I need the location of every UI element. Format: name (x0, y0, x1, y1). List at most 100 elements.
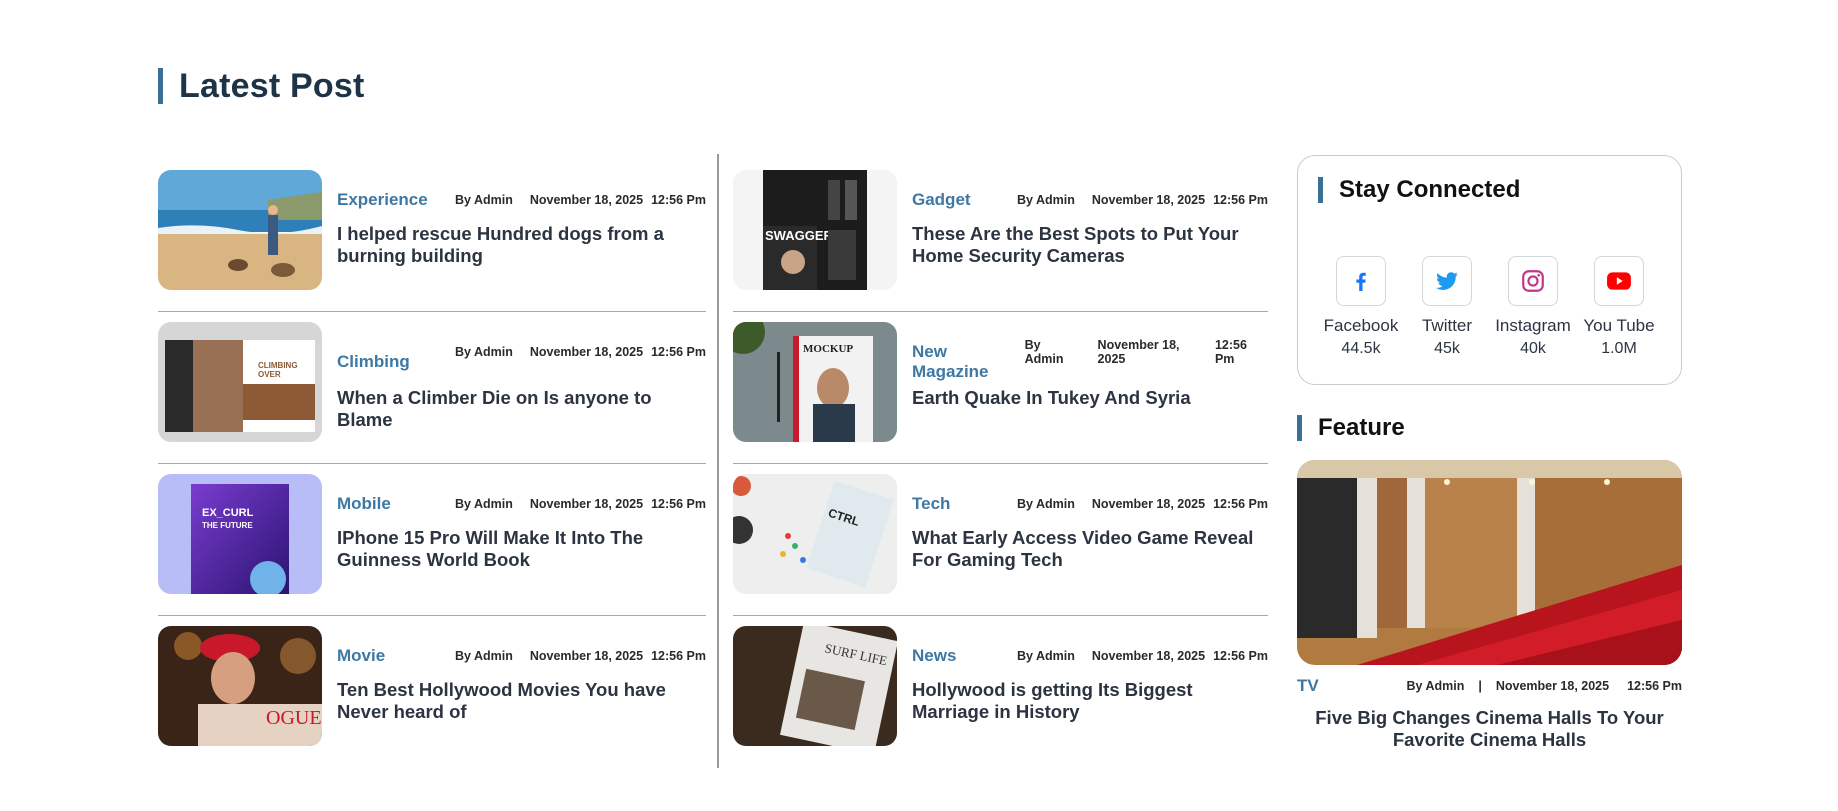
post-title[interactable]: Earth Quake In Tukey And Syria (912, 387, 1268, 409)
social-facebook[interactable]: Facebook 44.5k (1318, 256, 1404, 358)
post-thumbnail[interactable]: SWAGGER (733, 170, 897, 290)
post-thumbnail[interactable]: CLIMBING OVER (158, 322, 322, 442)
post-title[interactable]: When a Climber Die on Is anyone to Blame (337, 387, 706, 431)
post-category[interactable]: Tech (912, 494, 950, 514)
stay-connected-card: Stay Connected Facebook 44.5k Twitter 45… (1297, 155, 1682, 385)
feature-image[interactable] (1297, 460, 1682, 665)
social-name: Twitter (1421, 316, 1473, 335)
post-meta: Tech By Admin November 18, 2025 12:56 Pm (912, 494, 1268, 514)
post-time: 12:56 Pm (651, 193, 706, 207)
post-category[interactable]: Climbing (337, 352, 410, 372)
post-time: 12:56 Pm (1214, 338, 1247, 366)
facebook-button[interactable] (1336, 256, 1386, 306)
post-category[interactable]: Movie (337, 646, 385, 666)
post-author[interactable]: By Admin (455, 193, 513, 207)
post-meta: Movie By Admin November 18, 2025 12:56 P… (337, 646, 706, 666)
social-count: 45k (1434, 340, 1460, 357)
post-thumbnail[interactable]: CTRL (733, 474, 897, 594)
youtube-icon (1607, 272, 1631, 290)
post-author[interactable]: By Admin (455, 497, 513, 511)
youtube-button[interactable] (1594, 256, 1644, 306)
section-header: Latest Post (158, 66, 364, 106)
post-thumbnail[interactable]: EX_CURL THE FUTURE (158, 474, 322, 594)
social-count: 1.0M (1601, 340, 1637, 357)
feature-meta: TV By Admin | November 18, 2025 12:56 Pm (1297, 676, 1682, 696)
accent-bar (1297, 415, 1302, 441)
post-meta: Gadget By Admin November 18, 2025 12:56 … (912, 190, 1268, 210)
social-twitter[interactable]: Twitter 45k (1404, 256, 1490, 358)
post-date: November 18, 2025 (1091, 649, 1206, 663)
accent-bar (158, 68, 163, 104)
instagram-icon (1522, 270, 1544, 292)
social-youtube[interactable]: You Tube 1.0M (1576, 256, 1662, 358)
post-category[interactable]: New Magazine (912, 342, 1025, 382)
post-card[interactable]: EX_CURL THE FUTURE Mobile By Admin Novem… (158, 464, 706, 616)
post-meta: News By Admin November 18, 2025 12:56 Pm (912, 646, 1268, 666)
post-time: 12:56 Pm (651, 345, 706, 359)
post-card[interactable]: CLIMBING OVER Climbing By Admin November… (158, 312, 706, 464)
facebook-icon (1356, 272, 1366, 291)
post-title[interactable]: These Are the Best Spots to Put Your Hom… (912, 223, 1268, 267)
post-category[interactable]: Gadget (912, 190, 971, 210)
feature-headline[interactable]: Five Big Changes Cinema Halls To Your Fa… (1297, 707, 1682, 751)
social-instagram[interactable]: Instagram 40k (1490, 256, 1576, 358)
section-title: Latest Post (179, 66, 365, 105)
svg-text:SWAGGER: SWAGGER (765, 228, 834, 243)
post-time: 12:56 Pm (651, 497, 706, 511)
post-card[interactable]: Experience By Admin November 18, 2025 12… (158, 160, 706, 312)
post-card[interactable]: OGUE Movie By Admin November 18, 2025 12… (158, 616, 706, 768)
post-thumbnail[interactable]: MOCKUP (733, 322, 897, 442)
post-category[interactable]: Mobile (337, 494, 391, 514)
post-title[interactable]: Ten Best Hollywood Movies You have Never… (337, 679, 706, 723)
post-thumbnail[interactable]: SURF LIFE (733, 626, 897, 746)
social-links: Facebook 44.5k Twitter 45k Instagram 40k (1318, 256, 1662, 358)
post-author[interactable]: By Admin (1017, 193, 1075, 207)
feature-author[interactable]: By Admin (1406, 679, 1464, 693)
post-time: 12:56 Pm (1213, 193, 1268, 207)
post-thumbnail[interactable]: OGUE (158, 626, 322, 746)
post-date: November 18, 2025 (529, 193, 644, 207)
post-author[interactable]: By Admin (1025, 338, 1081, 366)
post-card[interactable]: MOCKUP New Magazine By Admin November 18… (733, 312, 1268, 464)
social-count: 40k (1520, 340, 1546, 357)
post-author[interactable]: By Admin (1017, 649, 1075, 663)
post-title[interactable]: Hollywood is getting Its Biggest Marriag… (912, 679, 1268, 723)
post-title[interactable]: What Early Access Video Game Reveal For … (912, 527, 1268, 571)
svg-text:THE FUTURE: THE FUTURE (202, 521, 253, 530)
post-author[interactable]: By Admin (455, 649, 513, 663)
meta-separator: | (1478, 679, 1482, 693)
post-date: November 18, 2025 (1091, 497, 1206, 511)
post-date: November 18, 2025 (1097, 338, 1180, 366)
column-divider (717, 154, 719, 768)
post-category[interactable]: Experience (337, 190, 428, 210)
post-date: November 18, 2025 (529, 649, 644, 663)
post-meta: New Magazine By Admin November 18, 2025 … (912, 338, 1268, 381)
post-card[interactable]: SWAGGER Gadget By Admin November 18, 202… (733, 160, 1268, 312)
post-author[interactable]: By Admin (1017, 497, 1075, 511)
post-date: November 18, 2025 (529, 497, 644, 511)
latest-posts-middle-column: SWAGGER Gadget By Admin November 18, 202… (733, 160, 1268, 768)
post-title[interactable]: I helped rescue Hundred dogs from a burn… (337, 223, 706, 267)
post-title[interactable]: IPhone 15 Pro Will Make It Into The Guin… (337, 527, 706, 571)
post-date: November 18, 2025 (529, 345, 644, 359)
svg-text:OVER: OVER (258, 370, 281, 379)
svg-text:MOCKUP: MOCKUP (803, 343, 853, 355)
social-name: Instagram (1495, 316, 1571, 335)
feature-date: November 18, 2025 (1495, 679, 1610, 693)
post-author[interactable]: By Admin (455, 345, 513, 359)
instagram-button[interactable] (1508, 256, 1558, 306)
twitter-button[interactable] (1422, 256, 1472, 306)
accent-bar (1318, 177, 1323, 203)
post-category[interactable]: News (912, 646, 956, 666)
feature-header: Feature (1297, 414, 1405, 442)
social-name: You Tube (1583, 316, 1655, 335)
post-card[interactable]: CTRL Tech By Admin November 18, 2025 12:… (733, 464, 1268, 616)
post-time: 12:56 Pm (1213, 649, 1268, 663)
latest-posts-left-column: Experience By Admin November 18, 2025 12… (158, 160, 706, 768)
feature-category[interactable]: TV (1297, 676, 1319, 696)
social-name: Facebook (1323, 316, 1399, 335)
post-thumbnail[interactable] (158, 170, 322, 290)
stay-connected-header: Stay Connected (1318, 176, 1520, 204)
post-card[interactable]: SURF LIFE News By Admin November 18, 202… (733, 616, 1268, 768)
feature-title: Feature (1318, 414, 1405, 441)
